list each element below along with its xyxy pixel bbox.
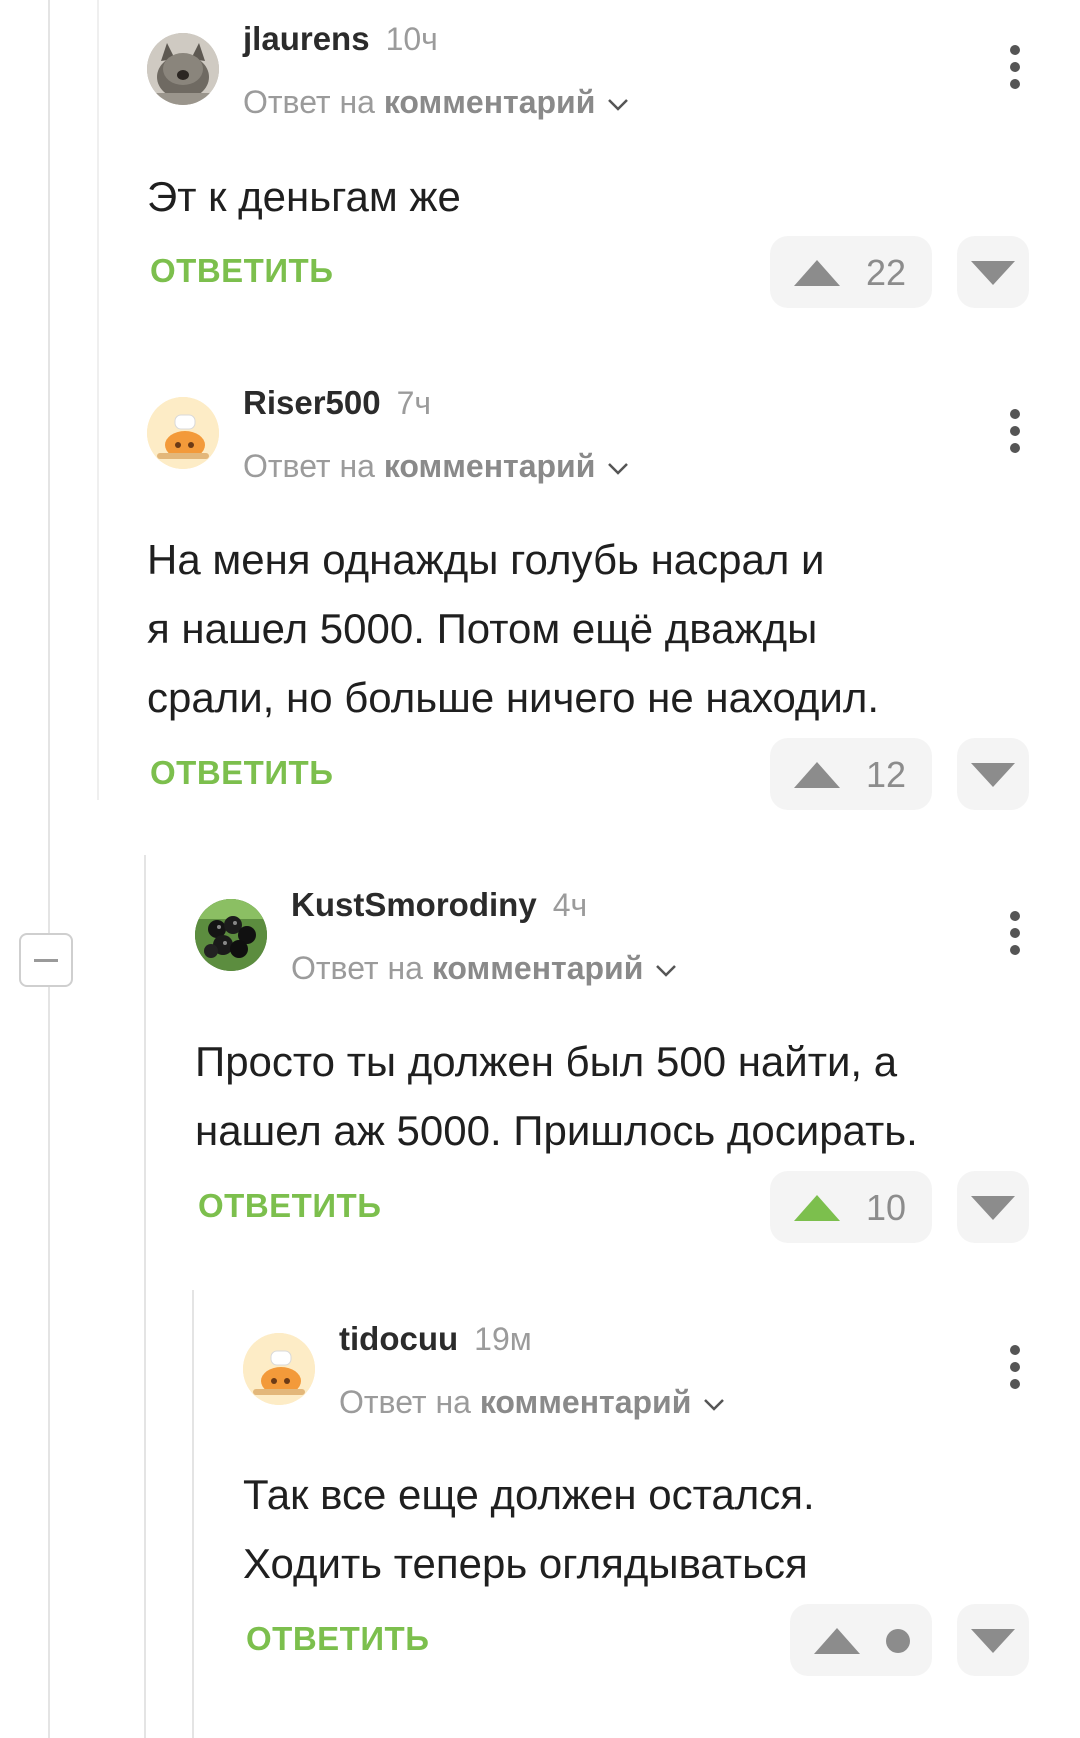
collapse-thread-button[interactable] — [19, 933, 73, 987]
upvote-button[interactable]: 12 — [770, 738, 932, 810]
upvote-icon — [794, 762, 840, 788]
avatar[interactable] — [243, 1333, 315, 1405]
downvote-button[interactable] — [957, 738, 1029, 810]
reply-to-link[interactable]: Ответ на комментарий — [243, 448, 629, 485]
username[interactable]: KustSmorodiny 4ч — [291, 886, 587, 924]
downvote-icon — [971, 1196, 1015, 1220]
reply-button[interactable]: ОТВЕТИТЬ — [246, 1620, 429, 1658]
downvote-icon — [971, 261, 1015, 285]
username[interactable]: tidocuu 19м — [339, 1320, 532, 1358]
downvote-button[interactable] — [957, 1171, 1029, 1243]
chef-avatar-icon — [147, 397, 219, 469]
timestamp: 7ч — [396, 385, 432, 421]
comment-text: Просто ты должен был 500 найти, а нашел … — [195, 1038, 918, 1154]
upvote-icon — [794, 260, 840, 286]
username[interactable]: jlaurens 10ч — [243, 20, 438, 58]
reply-button[interactable]: ОТВЕТИТЬ — [150, 252, 333, 290]
chevron-down-icon — [656, 964, 677, 977]
more-options-icon[interactable] — [1005, 406, 1025, 456]
upvote-icon — [794, 1195, 840, 1221]
reply-to-link[interactable]: Ответ на комментарий — [339, 1384, 725, 1421]
downvote-icon — [971, 1629, 1015, 1653]
timestamp: 4ч — [552, 887, 588, 923]
upvote-icon — [814, 1628, 860, 1654]
upvote-button[interactable]: 22 — [770, 236, 932, 308]
vote-count: 10 — [866, 1187, 907, 1228]
reply-to-link[interactable]: Ответ на комментарий — [243, 84, 629, 121]
timestamp: 19м — [474, 1321, 532, 1357]
more-options-icon[interactable] — [1005, 1342, 1025, 1392]
downvote-button[interactable] — [957, 1604, 1029, 1676]
upvote-button[interactable] — [790, 1604, 932, 1676]
more-options-icon[interactable] — [1005, 42, 1025, 92]
thread-rail — [192, 1290, 194, 1738]
username[interactable]: Riser500 7ч — [243, 384, 431, 422]
reply-button[interactable]: ОТВЕТИТЬ — [198, 1187, 381, 1225]
downvote-icon — [971, 763, 1015, 787]
currant-avatar-icon — [195, 899, 267, 971]
avatar[interactable] — [147, 33, 219, 105]
thread-rail — [144, 855, 146, 1738]
chevron-down-icon — [704, 1398, 725, 1411]
reply-to-link[interactable]: Ответ на комментарий — [291, 950, 677, 987]
upvote-button[interactable]: 10 — [770, 1171, 932, 1243]
thread-rail — [48, 0, 50, 1738]
comment-text: Эт к деньгам же — [147, 173, 461, 220]
chevron-down-icon — [608, 98, 629, 111]
chevron-down-icon — [608, 462, 629, 475]
comment-text: Так все еще должен остался. Ходить тепер… — [243, 1471, 815, 1587]
vote-count: 22 — [866, 252, 907, 293]
timestamp: 10ч — [385, 21, 438, 57]
vote-count: 12 — [866, 754, 907, 795]
hidden-rating-icon — [886, 1629, 910, 1653]
avatar[interactable] — [195, 899, 267, 971]
downvote-button[interactable] — [957, 236, 1029, 308]
more-options-icon[interactable] — [1005, 908, 1025, 958]
reply-button[interactable]: ОТВЕТИТЬ — [150, 754, 333, 792]
comment-text: На меня однажды голубь насрал и я нашел … — [147, 536, 880, 721]
cat-avatar-icon — [147, 33, 219, 105]
chef-avatar-icon — [243, 1333, 315, 1405]
avatar[interactable] — [147, 397, 219, 469]
thread-rail — [97, 0, 99, 800]
